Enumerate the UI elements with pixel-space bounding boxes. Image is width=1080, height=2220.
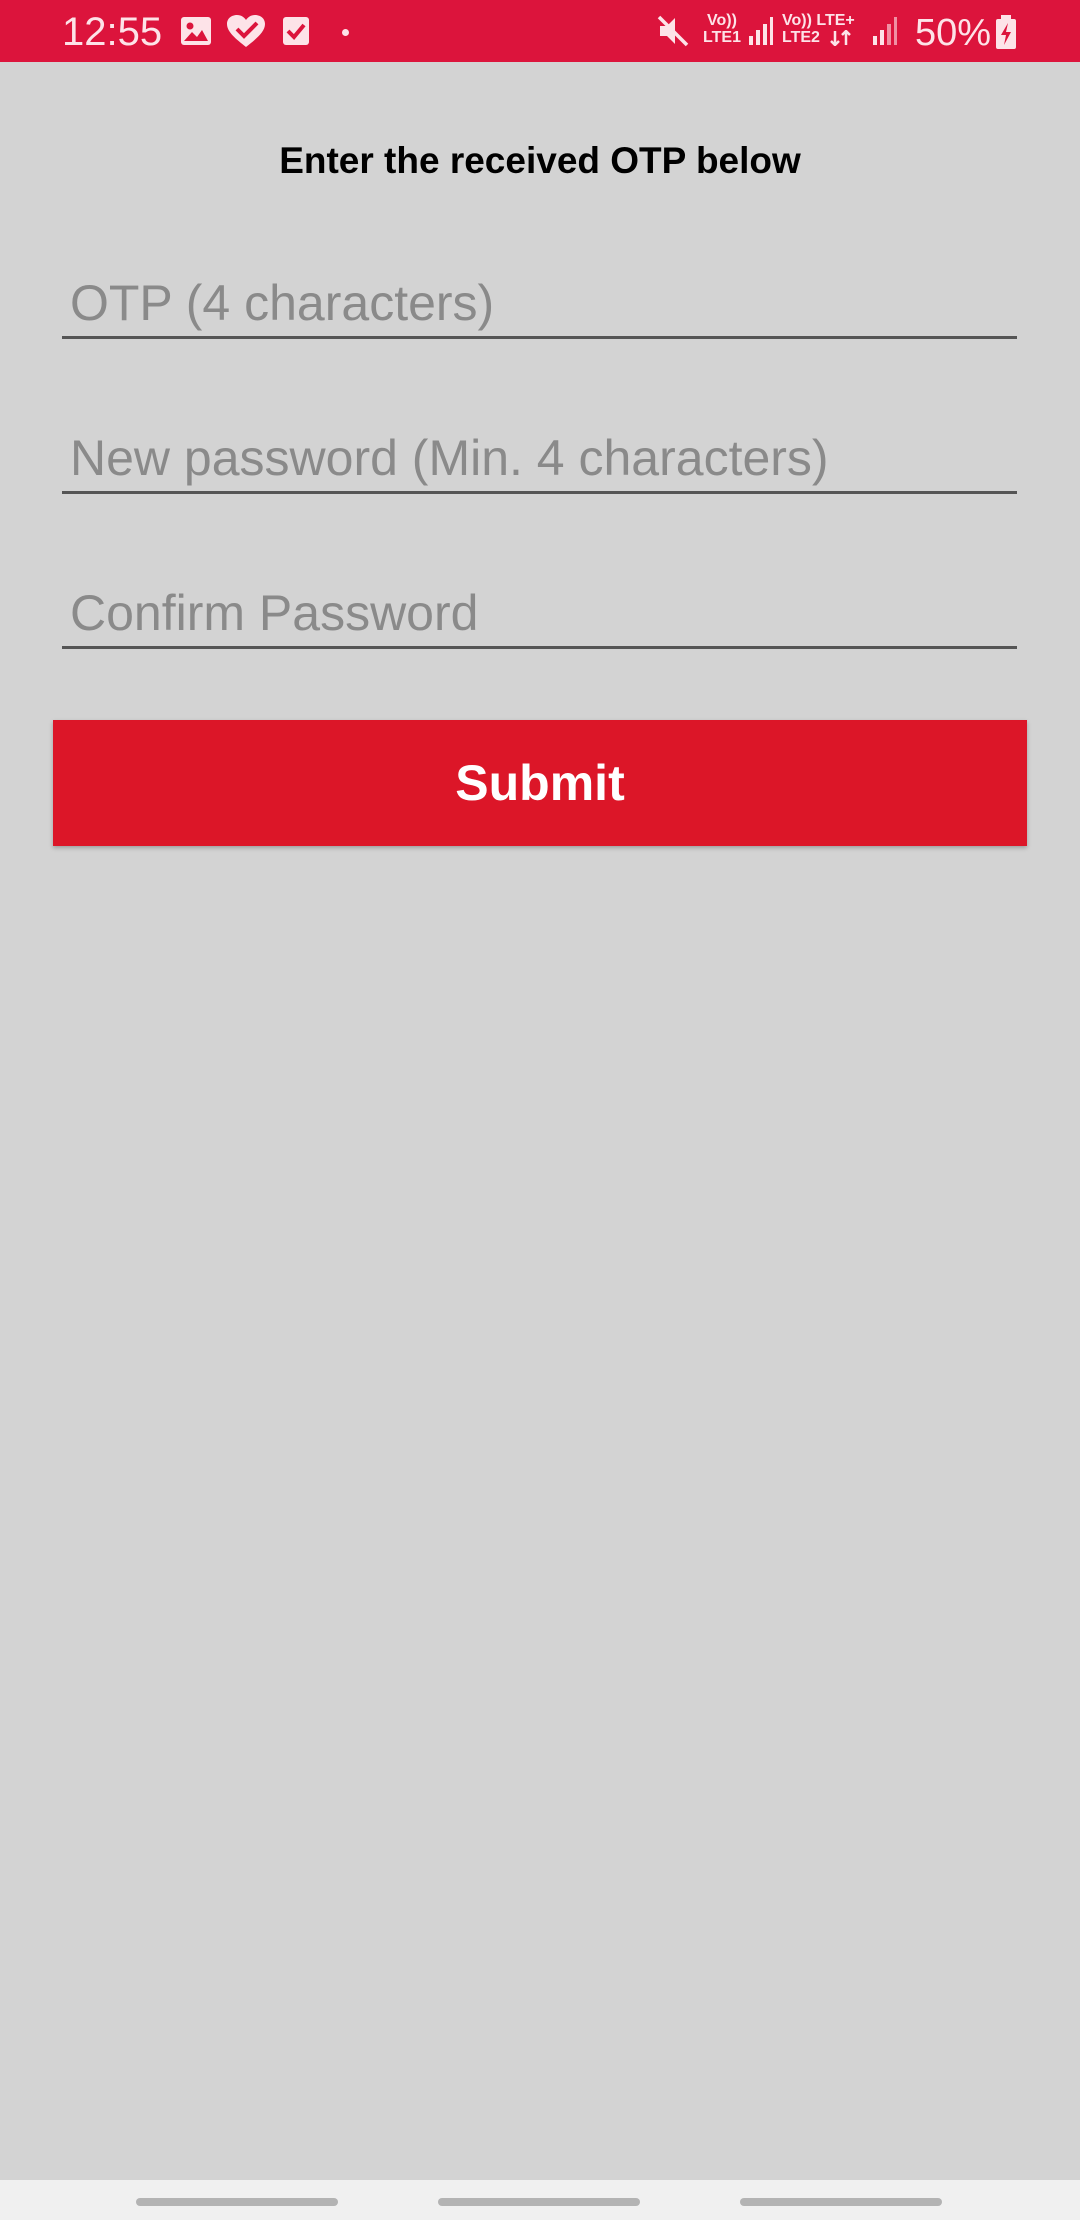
signal-icon [749,17,773,45]
sim2-volte-top: Vo)) LTE+ [782,12,855,29]
confirm-password-input[interactable] [62,580,1017,646]
new-password-input[interactable] [62,425,1017,491]
navigation-bar [0,2180,1080,2220]
sim1-volte-bottom: LTE1 [703,29,741,46]
otp-input[interactable] [62,270,1017,336]
submit-button[interactable]: Submit [53,720,1027,846]
status-bar: 12:55 Vo)) LTE1 Vo)) LTE+ LTE2 50% [0,0,1080,62]
sim1-volte-label: Vo)) LTE1 [700,12,744,46]
checkbox-icon [283,17,309,45]
home-button[interactable] [438,2198,640,2206]
heart-check-icon [227,15,265,47]
battery-charging-icon [996,15,1016,49]
gallery-icon [181,17,211,45]
new-password-field [62,425,1017,494]
page-title: Enter the received OTP below [279,140,801,181]
otp-field [62,270,1017,339]
data-arrows-icon [830,30,851,46]
recent-apps-button[interactable] [136,2198,338,2206]
status-time: 12:55 [62,10,163,54]
sim1-volte-top: Vo)) [707,12,737,29]
notification-dot [342,29,349,36]
sim2-volte-bottom: LTE2 [782,29,820,46]
battery-percent: 50% [915,12,992,54]
back-button[interactable] [740,2198,942,2206]
confirm-password-field [62,580,1017,649]
sim2-volte-label: Vo)) LTE+ LTE2 [782,12,872,46]
mute-icon [657,15,689,47]
signal-icon [873,17,897,45]
